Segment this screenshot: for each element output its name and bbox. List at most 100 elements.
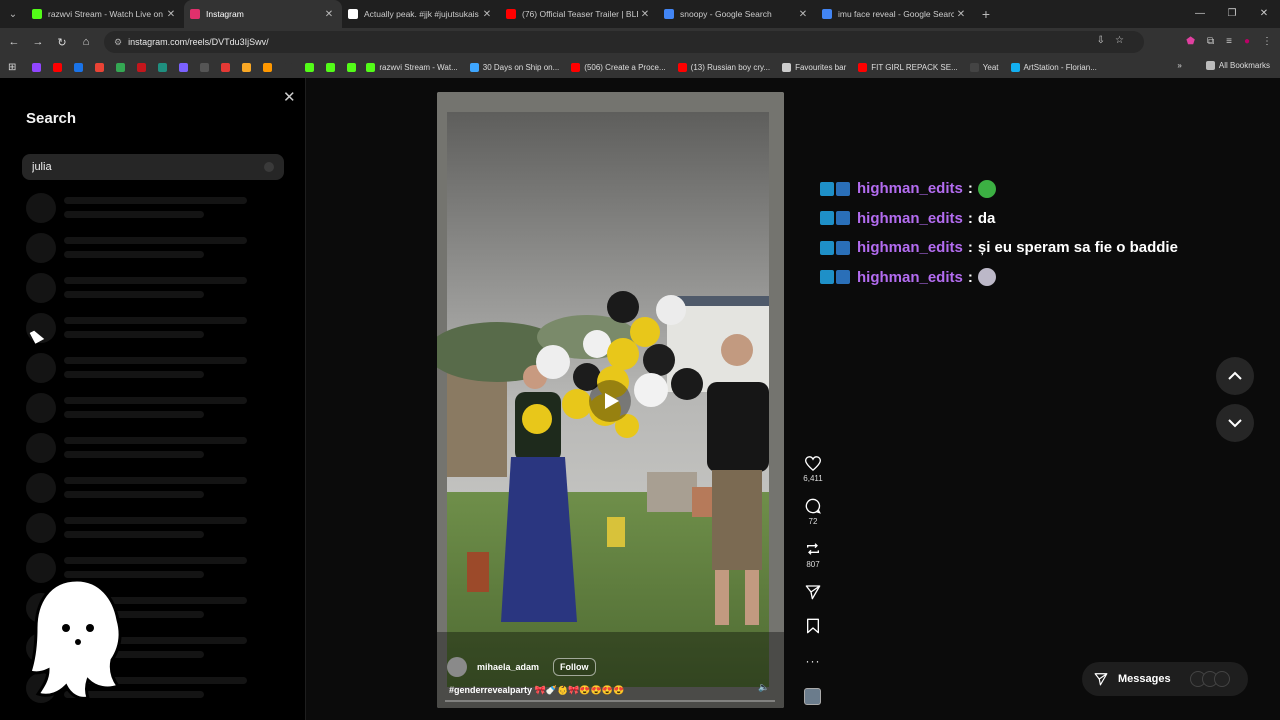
apps-grid-icon[interactable]: ⊞ (8, 62, 16, 73)
previous-reel-button[interactable] (1216, 357, 1254, 395)
bookmark-icon-kick3[interactable] (347, 62, 357, 72)
bookmark-item[interactable]: (506) Create a Proce... (571, 62, 666, 72)
bookmark-item[interactable]: (13) Russian boy cry... (677, 62, 771, 72)
reload-icon[interactable]: ↻ (50, 36, 74, 49)
close-window-icon[interactable]: ✕ (1248, 0, 1280, 28)
share-icon (805, 585, 821, 600)
extensions-toolbar: ⬟ ⧉ ≡ ● ⋮ (1186, 36, 1272, 47)
url-field[interactable]: ⚙ instagram.com/reels/DVTdu3IjSwv/ ⇩☆ (104, 31, 1144, 53)
home-icon[interactable]: ⌂ (74, 36, 98, 48)
like-count: 6,411 (803, 474, 823, 483)
bookmark-item[interactable]: Favourites bar (782, 62, 846, 72)
bookmark-item[interactable]: Yeat (969, 62, 999, 72)
omnibox-actions-icons[interactable]: ⇩☆ (1097, 35, 1134, 46)
bookmark-icon-colorful[interactable] (179, 62, 189, 72)
bookmark-icon-kick1[interactable] (305, 62, 315, 72)
sidebar-icon[interactable]: ≡ (1226, 36, 1232, 47)
new-tab-button[interactable]: + (974, 6, 998, 22)
messages-button[interactable]: Messages (1082, 662, 1248, 696)
close-tab-icon[interactable]: ✕ (638, 9, 652, 20)
skeleton-line (64, 277, 247, 284)
chat-username: highman_edits (857, 268, 963, 286)
bookmark-icon-youtube[interactable] (53, 62, 63, 72)
browser-tab[interactable]: snoopy - Google Search ✕ (658, 0, 816, 28)
forward-icon[interactable]: → (26, 36, 50, 48)
more-options-icon[interactable]: ··· (797, 652, 829, 670)
chat-badges-icon (820, 211, 850, 226)
bookmark-icon-kick2[interactable] (326, 62, 336, 72)
message-avatars (1190, 671, 1230, 687)
extensions-puzzle-icon[interactable]: ⧉ (1207, 36, 1214, 47)
tab-search-icon[interactable]: ⌄ (0, 0, 26, 28)
close-tab-icon[interactable]: ✕ (164, 9, 178, 20)
mute-icon[interactable]: 🔈 (758, 682, 769, 693)
repost-icon (807, 543, 819, 555)
close-tab-icon[interactable]: ✕ (322, 9, 336, 20)
author-username[interactable]: mihaela_adam (477, 662, 539, 672)
bookmark-item[interactable]: FIT GIRL REPACK SE... (858, 62, 958, 72)
bookmark-label: (13) Russian boy cry... (690, 62, 771, 72)
ghost-overlay-icon (28, 578, 122, 700)
bookmark-icon-orange[interactable] (263, 62, 273, 72)
browser-tab[interactable]: razwvi Stream - Watch Live on K ✕ (26, 0, 184, 28)
browser-tab[interactable]: imu face reveal - Google Search ✕ (816, 0, 974, 28)
clear-search-icon[interactable] (264, 162, 274, 172)
skeleton-line (64, 251, 204, 258)
chat-badges-icon (820, 181, 850, 196)
reel-video[interactable]: mihaela_adam Follow #genderrevealparty 🎀… (437, 92, 784, 708)
profile-avatar-icon[interactable]: ● (1244, 36, 1250, 47)
bookmark-icon-red[interactable] (137, 62, 147, 72)
bookmark-icon-dark[interactable] (200, 62, 210, 72)
chevron-right-icon[interactable]: » (1177, 61, 1181, 70)
back-icon[interactable]: ← (2, 36, 26, 48)
bookmark-icon-fl[interactable] (74, 62, 84, 72)
bookmark-icon-maps[interactable] (116, 62, 126, 72)
bookmark-icon-twitch[interactable] (32, 62, 42, 72)
video-progress-bar[interactable] (445, 700, 775, 702)
audio-thumbnail[interactable] (804, 688, 821, 705)
save-action[interactable] (797, 618, 829, 634)
bookmark-icon-gmail[interactable] (95, 62, 105, 72)
like-action[interactable]: 6,411 (797, 456, 829, 483)
skeleton-line (64, 531, 204, 538)
browser-tab[interactable]: Actually peak. #jjk #jujutsukais ✕ (342, 0, 500, 28)
close-tab-icon[interactable]: ✕ (954, 9, 968, 20)
search-input[interactable] (22, 154, 284, 180)
bookmark-item[interactable]: 30 Days on Ship on... (469, 62, 559, 72)
skeleton-line (64, 237, 247, 244)
bookmark-icon-red2[interactable] (221, 62, 231, 72)
bookmark-icon-m[interactable] (284, 62, 294, 72)
repost-action[interactable]: 807 (797, 541, 829, 569)
skeleton-avatar (26, 513, 56, 543)
chat-separator: : (967, 239, 973, 257)
bookmark-item[interactable]: razwvi Stream - Wat... (366, 62, 458, 72)
bookmark-icon-bolt[interactable] (242, 62, 252, 72)
all-bookmarks[interactable]: » All Bookmarks (1177, 61, 1270, 70)
browser-menu-icon[interactable]: ⋮ (1262, 36, 1272, 47)
follow-button[interactable]: Follow (553, 658, 596, 676)
badge-icon (836, 270, 850, 285)
share-action[interactable] (797, 584, 829, 600)
skeleton-avatar (26, 273, 56, 303)
next-reel-button[interactable] (1216, 404, 1254, 442)
comment-action[interactable]: 72 (797, 498, 829, 526)
extension-shield-icon[interactable]: ⬟ (1186, 36, 1195, 47)
play-button[interactable] (589, 380, 631, 422)
chat-emote-icon (977, 179, 996, 198)
browser-tab[interactable]: (76) Official Teaser Trailer | BLEA ✕ (500, 0, 658, 28)
browser-tab[interactable]: Instagram ✕ (184, 0, 342, 28)
bookmark-item[interactable]: ArtStation - Florian... (1010, 62, 1097, 72)
close-tab-icon[interactable]: ✕ (796, 9, 810, 20)
skeleton-avatar (26, 393, 56, 423)
chat-badges-icon (820, 240, 850, 255)
author-avatar[interactable] (447, 657, 467, 677)
bookmark-icon-teal[interactable] (158, 62, 168, 72)
restore-icon[interactable]: ❐ (1216, 0, 1248, 28)
close-tab-icon[interactable]: ✕ (480, 9, 494, 20)
minimize-icon[interactable]: — (1184, 0, 1216, 28)
close-search-icon[interactable]: ✕ (283, 88, 296, 106)
badge-icon (836, 240, 850, 255)
skeleton-line (64, 291, 204, 298)
all-bookmarks-label: All Bookmarks (1218, 61, 1270, 70)
site-info-icon[interactable]: ⚙ (114, 37, 122, 48)
